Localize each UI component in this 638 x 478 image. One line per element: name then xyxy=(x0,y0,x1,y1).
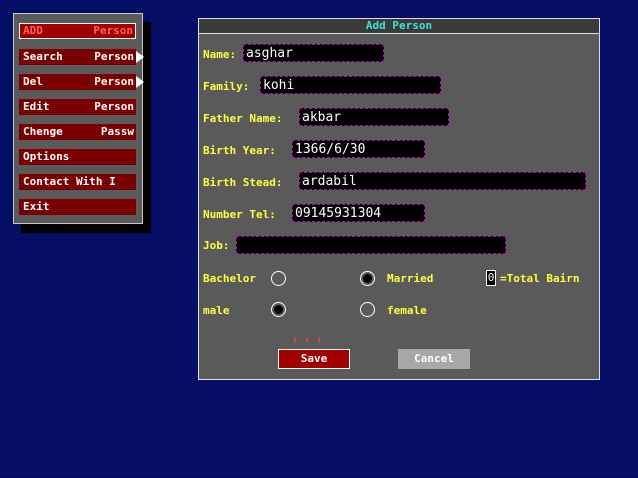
female-label: female xyxy=(387,304,427,317)
save-button[interactable]: Save xyxy=(278,349,350,369)
menu-item-label: Edit xyxy=(23,100,50,113)
menu-item-label: Exit xyxy=(23,200,50,213)
total-bairn-label: =Total Bairn xyxy=(500,272,580,285)
main-menu: ADD Person Search Person Del Person Edit… xyxy=(13,13,144,224)
bachelor-label: Bachelor xyxy=(203,272,256,285)
menu-item-label: Contact With I xyxy=(23,175,116,188)
menu-item-right-label: Person xyxy=(94,50,134,63)
menu-item-exit[interactable]: Exit xyxy=(19,199,136,215)
menu-item-label: ADD xyxy=(23,24,43,37)
female-radio[interactable] xyxy=(360,302,375,317)
menu-item-search-person[interactable]: Search Person xyxy=(19,49,144,65)
menu-item-label: Del xyxy=(23,75,43,88)
menu-item-label: Chenge xyxy=(23,125,63,138)
submenu-arrow-icon xyxy=(136,76,144,88)
father-name-field[interactable]: akbar xyxy=(299,108,449,126)
birth-stead-field[interactable]: ardabil xyxy=(299,172,586,190)
total-bairn-field[interactable]: 0 xyxy=(486,270,496,286)
birth-stead-label: Birth Stead: xyxy=(203,176,283,189)
menu-item-del-person[interactable]: Del Person xyxy=(19,74,144,90)
male-radio[interactable] xyxy=(271,302,286,317)
menu-item-right-label: Passw xyxy=(100,125,134,138)
name-label: Name: xyxy=(203,48,237,61)
married-radio[interactable] xyxy=(360,271,375,286)
down-arrows-icon: ↓ ↓ ↓ xyxy=(292,334,323,345)
menu-item-label: Search xyxy=(23,50,63,63)
number-tel-field[interactable]: 09145931304 xyxy=(292,204,425,222)
family-field[interactable]: kohi xyxy=(260,76,441,94)
family-label: Family: xyxy=(203,80,250,93)
cancel-button[interactable]: Cancel xyxy=(398,349,470,369)
name-field[interactable]: asghar xyxy=(243,44,384,62)
father-name-label: Father Name: xyxy=(203,112,283,125)
menu-item-right-label: Person xyxy=(94,75,134,88)
birth-year-field[interactable]: 1366/6/30 xyxy=(292,140,425,158)
job-label: Job: xyxy=(203,239,230,252)
menu-item-label: Options xyxy=(23,150,70,163)
dialog-title: Add Person xyxy=(199,19,599,34)
submenu-arrow-icon xyxy=(136,51,144,63)
number-tel-label: Number Tel: xyxy=(203,208,276,221)
menu-item-contact[interactable]: Contact With I xyxy=(19,174,136,190)
birth-year-label: Birth Year: xyxy=(203,144,276,157)
menu-item-right-label: Person xyxy=(94,100,134,113)
menu-item-edit-person[interactable]: Edit Person xyxy=(19,99,136,115)
bachelor-radio[interactable] xyxy=(271,271,286,286)
menu-item-right-label: Person xyxy=(93,24,133,37)
menu-item-add-person[interactable]: ADD Person xyxy=(19,23,136,39)
menu-item-options[interactable]: Options xyxy=(19,149,136,165)
male-label: male xyxy=(203,304,230,317)
job-field[interactable] xyxy=(236,236,506,254)
menu-item-change-password[interactable]: Chenge Passw xyxy=(19,124,136,140)
married-label: Married xyxy=(387,272,434,285)
add-person-dialog: Add Person Name: asghar Family: kohi Fat… xyxy=(198,18,600,380)
